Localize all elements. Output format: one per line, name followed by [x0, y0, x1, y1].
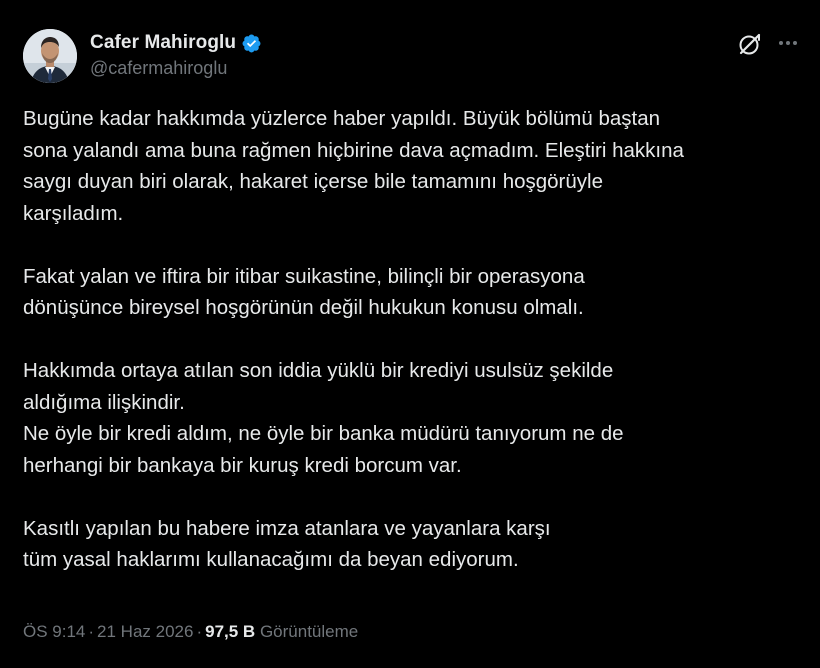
author-name-row: Cafer Mahiroglu	[90, 30, 262, 56]
tweet-line: Fakat yalan ve iftira bir itibar suikast…	[23, 264, 585, 288]
grok-icon[interactable]	[737, 31, 763, 57]
tweet-line: aldığıma ilişkindir.	[23, 390, 185, 414]
author-display-name[interactable]: Cafer Mahiroglu	[90, 32, 236, 54]
tweet-paragraph: Kasıtlı yapılan bu habere imza atanlara …	[23, 513, 803, 576]
tweet-line: herhangi bir bankaya bir kuruş kredi bor…	[23, 453, 462, 477]
tweet-line: Kasıtlı yapılan bu habere imza atanlara …	[23, 516, 551, 540]
profile-photo-icon	[23, 29, 77, 83]
tweet-line: saygı duyan biri olarak, hakaret içerse …	[23, 170, 603, 193]
tweet-text: Bugüne kadar hakkımda yüzlerce haber yap…	[23, 103, 803, 576]
tweet-line: Bugüne kadar hakkımda yüzlerce haber yap…	[23, 107, 661, 130]
meta-separator: ·	[196, 622, 203, 641]
tweet-paragraph: Bugüne kadar hakkımda yüzlerce haber yap…	[23, 103, 803, 229]
tweet-line: Ne öyle bir kredi aldım, ne öyle bir ban…	[23, 422, 624, 445]
tweet-time[interactable]: ÖS 9:14	[23, 622, 85, 641]
tweet-meta: ÖS 9:14 · 21 Haz 2026 · 97,5 B Görüntüleme	[23, 622, 358, 642]
tweet-paragraph: Fakat yalan ve iftira bir itibar suikast…	[23, 261, 803, 324]
more-horizontal-icon[interactable]	[777, 32, 799, 54]
author-handle[interactable]: @cafermahiroglu	[90, 58, 227, 79]
avatar[interactable]	[23, 29, 77, 83]
tweet-line: karşıladım.	[23, 201, 124, 225]
verified-badge-icon[interactable]	[241, 33, 262, 54]
tweet-line: Hakkımda ortaya atılan son iddia yüklü b…	[23, 359, 614, 382]
views-count[interactable]: 97,5 B	[205, 622, 255, 641]
tweet-line: dönüşünce bireysel hoşgörünün değil huku…	[23, 296, 584, 319]
views-label: Görüntüleme	[259, 622, 359, 641]
tweet-line: sona yalandı ama buna rağmen hiçbirine d…	[23, 138, 684, 162]
tweet-card: Cafer Mahiroglu @cafermahiroglu Bugüne k…	[0, 0, 820, 668]
tweet-line: tüm yasal haklarımı kullanacağımı da bey…	[23, 548, 519, 571]
tweet-paragraph: Hakkımda ortaya atılan son iddia yüklü b…	[23, 355, 803, 481]
tweet-date[interactable]: 21 Haz 2026	[97, 622, 193, 641]
meta-separator: ·	[88, 622, 95, 641]
